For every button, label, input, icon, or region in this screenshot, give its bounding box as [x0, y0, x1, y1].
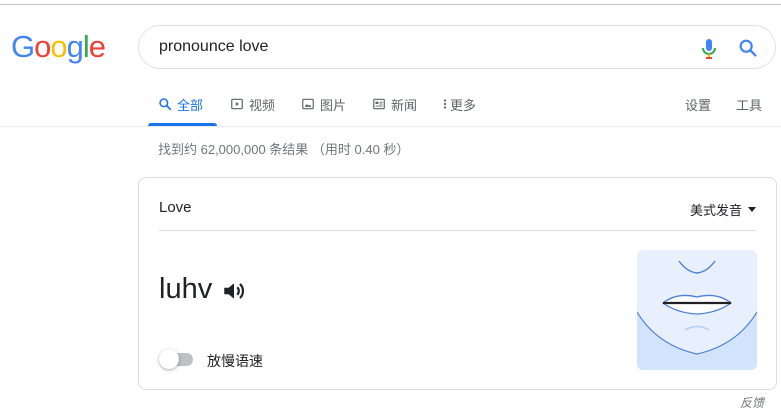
result-stats: 找到约 62,000,000 条结果 （用时 0.40 秒） [158, 142, 410, 157]
mic-icon[interactable] [697, 37, 721, 61]
dialect-dropdown[interactable]: 美式发音 [690, 200, 756, 219]
tab-label: 新闻 [391, 97, 418, 113]
logo-letter: g [66, 29, 84, 64]
settings-label: 设置 [685, 97, 712, 113]
news-icon [373, 98, 385, 110]
tabs-divider [0, 126, 781, 127]
search-tabs: 全部 视频 图片 新闻 更多 设置 工具 [148, 82, 781, 126]
slow-speed-toggle[interactable] [159, 349, 195, 369]
search-input[interactable] [159, 35, 659, 59]
tools-link[interactable]: 工具 [736, 82, 762, 126]
tab-label: 视频 [249, 97, 276, 113]
tab-label: 更多 [450, 97, 477, 113]
tab-label: 全部 [177, 97, 204, 113]
logo-letter: e [88, 29, 106, 64]
mouth-illustration [637, 250, 757, 370]
slow-speed-label: 放慢语速 [207, 353, 263, 369]
play-icon [231, 98, 243, 110]
tools-label: 工具 [736, 97, 763, 113]
card-word: Love [159, 199, 192, 216]
dialect-label: 美式发音 [689, 203, 742, 218]
speaker-icon[interactable] [221, 278, 247, 304]
caret-down-icon [748, 207, 756, 212]
tab-news[interactable]: 新闻 [372, 82, 417, 126]
google-logo[interactable]: Google [11, 27, 106, 67]
tab-videos[interactable]: 视频 [230, 82, 275, 126]
search-icon [159, 98, 172, 111]
toggle-thumb [159, 349, 179, 369]
phonetic-spelling: luhv [159, 273, 213, 305]
more-vertical-icon [443, 99, 447, 109]
tab-images[interactable]: 图片 [301, 82, 346, 126]
image-icon [302, 98, 314, 110]
settings-link[interactable]: 设置 [685, 82, 711, 126]
tab-label: 图片 [320, 97, 347, 113]
search-results-page: Google 全部 视频 [0, 0, 781, 418]
logo-letter: o [50, 29, 67, 64]
logo-letter: o [34, 29, 51, 64]
top-border [0, 4, 781, 5]
card-divider [159, 230, 756, 231]
search-icon[interactable] [737, 37, 759, 59]
feedback-link[interactable]: 反馈 [740, 394, 764, 411]
pronunciation-card: Love 美式发音 luhv 放慢语速 [138, 177, 777, 390]
search-box [138, 25, 776, 69]
tab-all[interactable]: 全部 [158, 82, 203, 126]
logo-letter: G [11, 29, 35, 64]
tab-more[interactable]: 更多 [442, 82, 476, 126]
